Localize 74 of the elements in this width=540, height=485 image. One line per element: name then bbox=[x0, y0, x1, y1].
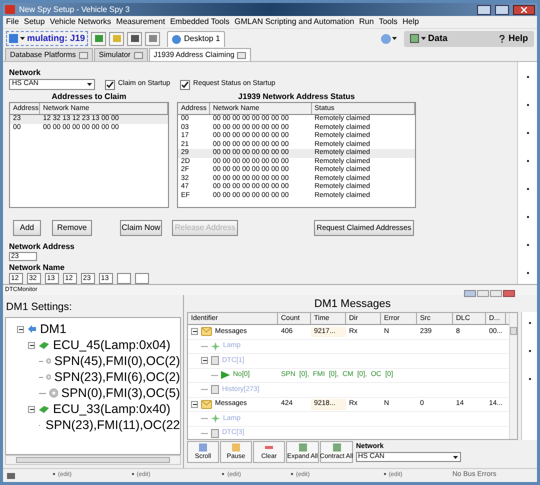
envelope-icon bbox=[201, 327, 212, 336]
toolbar-icon bbox=[332, 442, 342, 452]
tree-item[interactable]: SPN(45),FMI(0),OC(2) bbox=[54, 352, 180, 370]
maximize-button[interactable] bbox=[495, 4, 509, 14]
menu-button[interactable] bbox=[477, 290, 489, 296]
toolbar-icon bbox=[298, 442, 308, 452]
envelope-icon bbox=[201, 400, 212, 409]
expand-icon[interactable] bbox=[191, 400, 198, 408]
menu-item[interactable]: File bbox=[6, 16, 19, 28]
app-icon bbox=[5, 5, 15, 14]
button[interactable]: Add bbox=[13, 220, 41, 236]
toolbar-button[interactable] bbox=[145, 32, 160, 46]
arrow-icon bbox=[27, 324, 37, 334]
close-icon bbox=[521, 6, 527, 12]
scrollbar[interactable] bbox=[5, 455, 181, 465]
mode-dropdown[interactable]: mulating: J19 bbox=[6, 31, 88, 46]
toolbar-icon bbox=[231, 442, 241, 452]
tree-item[interactable]: ECU_45(Lamp:0x04) bbox=[53, 336, 170, 354]
expand-icon[interactable] bbox=[201, 357, 208, 364]
button[interactable]: Claim Now bbox=[120, 220, 162, 236]
tree-item[interactable]: DM1 bbox=[40, 320, 66, 338]
tree-item[interactable]: SPN(23),FMI(6),OC(2) bbox=[54, 368, 180, 386]
window-title: New Spy Setup - Vehicle Spy 3 bbox=[19, 4, 130, 16]
help-icon bbox=[499, 34, 506, 42]
toolbar-icon bbox=[198, 442, 208, 452]
collapse-icon[interactable] bbox=[28, 406, 35, 412]
field-label: Network Address bbox=[9, 242, 76, 252]
close-button[interactable] bbox=[503, 290, 515, 296]
data-button[interactable]: Data bbox=[410, 32, 448, 46]
collapse-icon[interactable] bbox=[28, 342, 35, 348]
expand-icon[interactable] bbox=[191, 328, 198, 336]
toolbar-button[interactable] bbox=[127, 32, 142, 46]
section-title: DM1 Settings: bbox=[5, 300, 73, 315]
table-title: Addresses to Claim bbox=[50, 92, 128, 102]
help-button[interactable]: Help bbox=[499, 32, 528, 46]
minimize-button[interactable] bbox=[477, 4, 491, 14]
byte-field[interactable] bbox=[117, 273, 131, 284]
desktop-tab[interactable]: Desktop 1 bbox=[167, 30, 226, 46]
toolbar-button[interactable] bbox=[91, 32, 106, 46]
menu-item[interactable]: Help bbox=[402, 16, 419, 28]
play-icon bbox=[221, 371, 230, 380]
button[interactable]: Remove bbox=[52, 220, 92, 236]
caret-icon bbox=[20, 37, 25, 40]
menu-item[interactable]: Run bbox=[359, 16, 374, 28]
field-label: Network Name bbox=[9, 263, 66, 273]
caret-icon bbox=[421, 37, 426, 40]
byte-field[interactable] bbox=[135, 273, 149, 284]
close-button[interactable] bbox=[513, 4, 535, 14]
document-icon bbox=[211, 356, 219, 366]
help-button[interactable] bbox=[464, 290, 476, 296]
section-title: DM1 Messages bbox=[313, 297, 392, 312]
checkbox[interactable] bbox=[105, 80, 115, 90]
collapse-icon[interactable] bbox=[17, 326, 24, 332]
tree-item[interactable]: ECU_33(Lamp:0x40) bbox=[53, 400, 170, 418]
field-label: Network bbox=[9, 67, 42, 79]
star-icon bbox=[211, 414, 220, 424]
star-icon bbox=[211, 342, 220, 351]
document-icon bbox=[211, 428, 219, 438]
menu-item[interactable]: Setup bbox=[24, 16, 45, 28]
scrollbar[interactable] bbox=[509, 313, 517, 439]
camera-icon bbox=[7, 472, 15, 478]
tree-item[interactable]: SPN(0),FMI(3),OC(5) bbox=[61, 384, 180, 402]
menu-item[interactable]: GMLAN Scripting and Automation bbox=[234, 16, 354, 28]
caret-icon bbox=[392, 37, 397, 40]
menu-item[interactable]: Vehicle Networks bbox=[50, 16, 112, 28]
tree-item[interactable]: SPN(23),FMI(11),OC(22 bbox=[45, 416, 180, 434]
menu-item[interactable]: Embedded Tools bbox=[170, 16, 230, 28]
document-icon bbox=[211, 385, 219, 394]
caret-icon bbox=[453, 456, 458, 459]
checkbox[interactable] bbox=[180, 80, 190, 90]
menu-item[interactable]: Tools bbox=[378, 16, 398, 28]
table-title: J1939 Network Address Status bbox=[237, 92, 356, 102]
caret-icon bbox=[87, 83, 92, 86]
menu-item[interactable]: Measurement bbox=[116, 16, 166, 28]
